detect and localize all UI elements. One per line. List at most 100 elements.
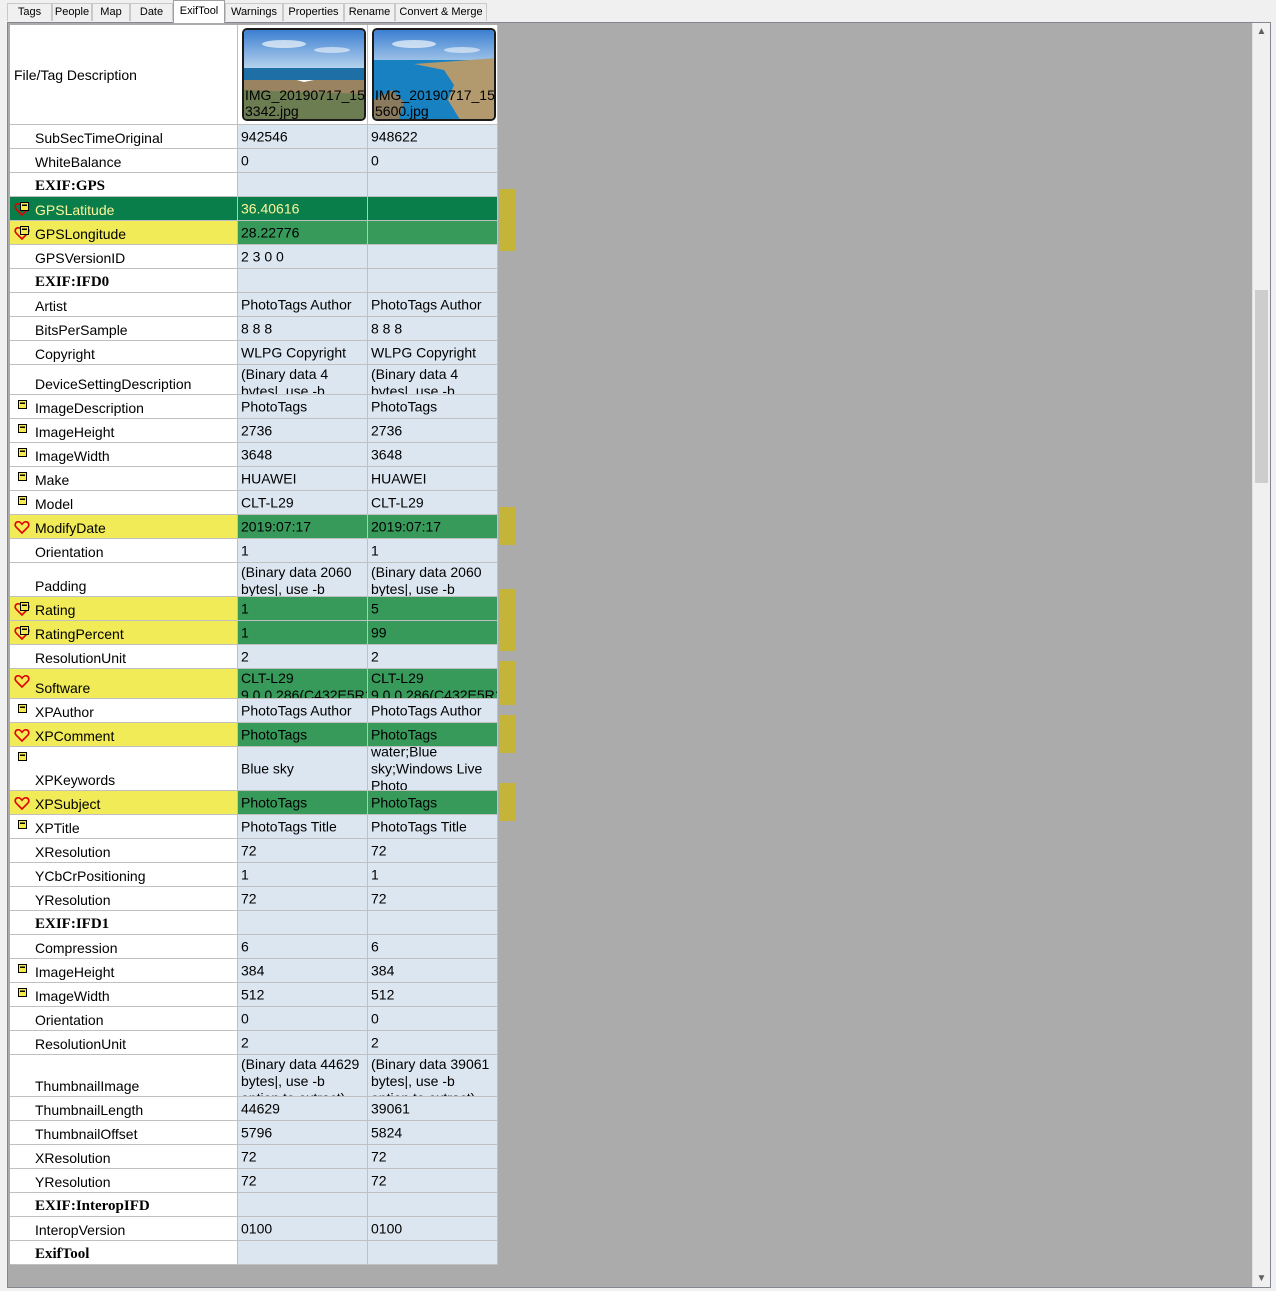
tag-value-cell[interactable]: 44629: [238, 1097, 368, 1121]
tag-name-cell[interactable]: ThumbnailLength: [10, 1097, 238, 1121]
tag-row[interactable]: Rating 1 5: [10, 597, 500, 621]
tag-value-cell[interactable]: 2019:07:17: [368, 515, 498, 539]
tag-name-cell[interactable]: Make: [10, 467, 238, 491]
tag-value-cell[interactable]: WLPG Copyright: [238, 341, 368, 365]
tag-row[interactable]: ResolutionUnit 2 2: [10, 645, 500, 669]
tag-value-cell[interactable]: 6: [238, 935, 368, 959]
tag-value-cell[interactable]: (Binary data 4 bytes|, use -b option to …: [238, 365, 368, 395]
tag-value-cell[interactable]: 384: [238, 959, 368, 983]
tag-value-cell[interactable]: water;Blue sky;Windows Live Photo: [368, 747, 498, 791]
tag-value-cell[interactable]: 36.40616: [238, 197, 368, 221]
tag-value-cell[interactable]: [238, 1193, 368, 1217]
tag-name-cell[interactable]: ThumbnailOffset: [10, 1121, 238, 1145]
tag-value-cell[interactable]: 8 8 8: [238, 317, 368, 341]
tag-value-cell[interactable]: PhotoTags Title: [368, 815, 498, 839]
tag-name-cell[interactable]: ResolutionUnit: [10, 1031, 238, 1055]
tag-value-cell[interactable]: (Binary data 2060 bytes|, use -b option …: [368, 563, 498, 597]
tab-date[interactable]: Date: [130, 3, 173, 21]
tag-value-cell[interactable]: CLT-L29: [368, 491, 498, 515]
tag-name-cell[interactable]: ImageWidth: [10, 983, 238, 1007]
tag-name-cell[interactable]: ImageHeight: [10, 959, 238, 983]
tag-value-cell[interactable]: 3648: [238, 443, 368, 467]
tag-value-cell[interactable]: 72: [238, 887, 368, 911]
tag-name-cell[interactable]: RatingPercent: [10, 621, 238, 645]
tag-value-cell[interactable]: 0: [238, 1007, 368, 1031]
tag-name-cell[interactable]: BitsPerSample: [10, 317, 238, 341]
tag-row[interactable]: ResolutionUnit 2 2: [10, 1031, 500, 1055]
tag-value-cell[interactable]: [368, 245, 498, 269]
group-header-row[interactable]: EXIF:GPS: [10, 173, 500, 197]
tag-row[interactable]: Orientation 0 0: [10, 1007, 500, 1031]
tab-map[interactable]: Map: [92, 3, 130, 21]
tag-value-cell[interactable]: [368, 1193, 498, 1217]
tag-name-cell[interactable]: GPSLatitude: [10, 197, 238, 221]
tag-value-cell[interactable]: 2736: [368, 419, 498, 443]
tag-row[interactable]: ThumbnailOffset 5796 5824: [10, 1121, 500, 1145]
tag-value-cell[interactable]: PhotoTags Title: [238, 815, 368, 839]
tag-value-cell[interactable]: 948622: [368, 125, 498, 149]
tag-name-cell[interactable]: YCbCrPositioning: [10, 863, 238, 887]
tag-name-cell[interactable]: XPKeywords: [10, 747, 238, 791]
scrollbar-thumb[interactable]: [1255, 290, 1268, 483]
tag-row[interactable]: YResolution 72 72: [10, 887, 500, 911]
tag-value-cell[interactable]: 2736: [238, 419, 368, 443]
tag-row[interactable]: ThumbnailLength 44629 39061: [10, 1097, 500, 1121]
tag-value-cell[interactable]: 2: [368, 1031, 498, 1055]
tag-value-cell[interactable]: 5: [368, 597, 498, 621]
tag-value-cell[interactable]: 2019:07:17: [238, 515, 368, 539]
tag-value-cell[interactable]: 2 3 0 0: [238, 245, 368, 269]
tag-row[interactable]: ImageHeight 384 384: [10, 959, 500, 983]
tag-row[interactable]: ModifyDate 2019:07:17 2019:07:17: [10, 515, 500, 539]
tag-row[interactable]: ImageWidth 3648 3648: [10, 443, 500, 467]
tag-row[interactable]: YCbCrPositioning 1 1: [10, 863, 500, 887]
tag-row[interactable]: DeviceSettingDescription (Binary data 4 b…: [10, 365, 500, 395]
tag-name-cell[interactable]: ImageWidth: [10, 443, 238, 467]
tag-value-cell[interactable]: Blue sky: [238, 747, 368, 791]
tag-name-cell[interactable]: ThumbnailImage: [10, 1055, 238, 1097]
tag-value-cell[interactable]: 1: [238, 539, 368, 563]
tag-value-cell[interactable]: [238, 911, 368, 935]
tag-row[interactable]: BitsPerSample 8 8 8 8 8 8: [10, 317, 500, 341]
tag-row[interactable]: ImageHeight 2736 2736: [10, 419, 500, 443]
tab-warnings[interactable]: Warnings: [225, 3, 283, 21]
tag-value-cell[interactable]: [368, 1241, 498, 1265]
tag-row[interactable]: Software CLT-L29 9.0.0.286(C432E5R1P1)CLT…: [10, 669, 500, 699]
tag-row[interactable]: ImageWidth 512 512: [10, 983, 500, 1007]
tag-row[interactable]: WhiteBalance 0 0: [10, 149, 500, 173]
tag-name-cell[interactable]: Padding: [10, 563, 238, 597]
tag-value-cell[interactable]: PhotoTags: [368, 723, 498, 747]
tag-value-cell[interactable]: CLT-L29 9.0.0.286(C432E5R1P1): [368, 669, 498, 699]
tag-row[interactable]: GPSLatitude 36.40616: [10, 197, 500, 221]
tag-value-cell[interactable]: 1: [238, 863, 368, 887]
tag-row[interactable]: Artist PhotoTags Author PhotoTags Author: [10, 293, 500, 317]
tag-name-cell[interactable]: EXIF:IFD1: [10, 911, 238, 935]
tag-value-cell[interactable]: 72: [368, 1145, 498, 1169]
tag-value-cell[interactable]: [368, 197, 498, 221]
tag-value-cell[interactable]: [238, 1241, 368, 1265]
tag-value-cell[interactable]: PhotoTags: [368, 395, 498, 419]
group-header-row[interactable]: EXIF:IFD1: [10, 911, 500, 935]
tab-properties[interactable]: Properties: [283, 3, 344, 21]
tag-name-cell[interactable]: Compression: [10, 935, 238, 959]
tag-value-cell[interactable]: (Binary data 4 bytes|, use -b option to …: [368, 365, 498, 395]
tag-value-cell[interactable]: 1: [368, 863, 498, 887]
tag-value-cell[interactable]: 2: [238, 1031, 368, 1055]
tag-value-cell[interactable]: [368, 269, 498, 293]
tag-value-cell[interactable]: [238, 269, 368, 293]
tag-row[interactable]: RatingPercent 1 99: [10, 621, 500, 645]
tag-value-cell[interactable]: 1: [238, 621, 368, 645]
tag-row[interactable]: GPSVersionID 2 3 0 0: [10, 245, 500, 269]
file-column-header[interactable]: IMG_20190717_153342.jpg: [238, 25, 368, 125]
scroll-up-arrow-icon[interactable]: ▲: [1253, 23, 1270, 40]
vertical-scrollbar[interactable]: ▲ ▼: [1252, 23, 1270, 1287]
tag-name-cell[interactable]: EXIF:GPS: [10, 173, 238, 197]
tab-people[interactable]: People: [52, 3, 92, 21]
tag-value-cell[interactable]: PhotoTags Author: [238, 293, 368, 317]
tag-value-cell[interactable]: 39061: [368, 1097, 498, 1121]
tag-name-cell[interactable]: XPSubject: [10, 791, 238, 815]
tag-row[interactable]: XPComment PhotoTags PhotoTags: [10, 723, 500, 747]
tag-value-cell[interactable]: (Binary data 39061 bytes|, use -b option…: [368, 1055, 498, 1097]
tag-value-cell[interactable]: HUAWEI: [368, 467, 498, 491]
tag-name-cell[interactable]: Orientation: [10, 539, 238, 563]
group-header-row[interactable]: ExifTool: [10, 1241, 500, 1265]
